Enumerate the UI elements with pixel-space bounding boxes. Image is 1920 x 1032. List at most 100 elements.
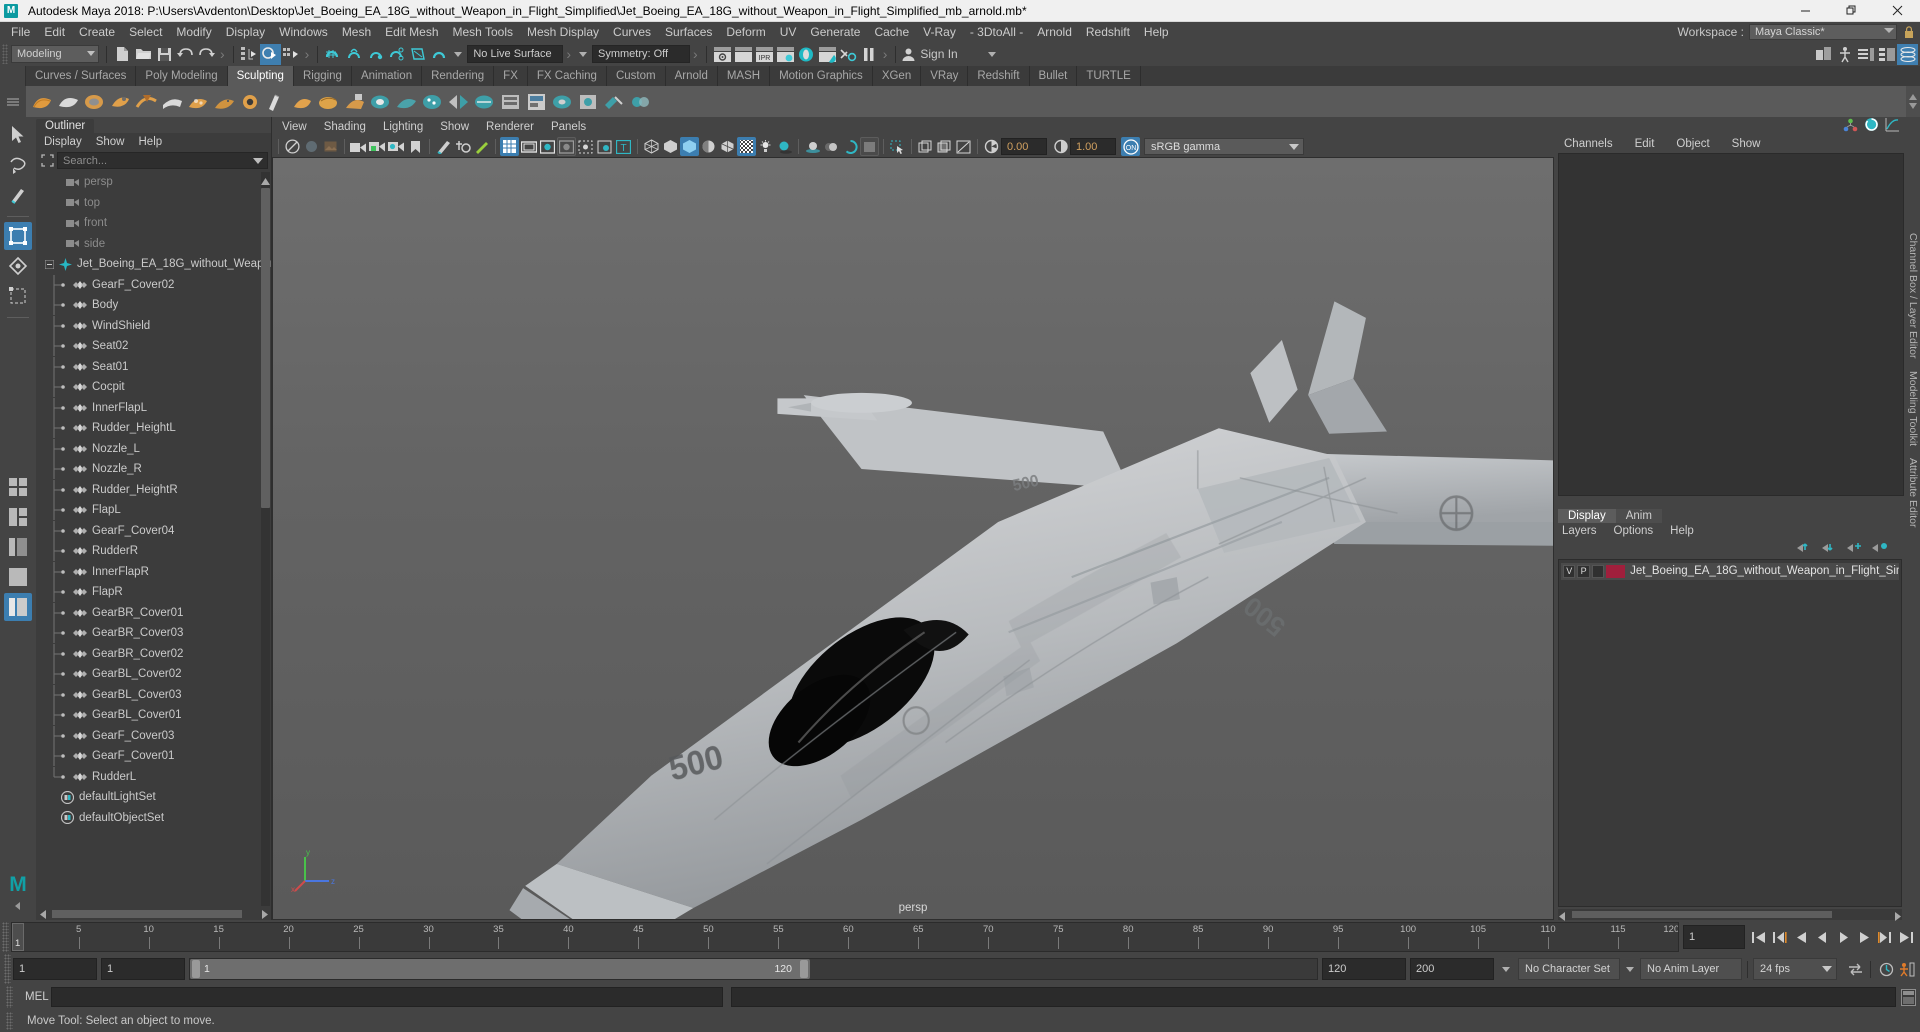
- menu-mesh[interactable]: Mesh: [335, 22, 378, 42]
- bake-tool-icon[interactable]: [472, 89, 497, 114]
- animation-preferences-icon[interactable]: [1896, 958, 1916, 980]
- undo-button[interactable]: [175, 44, 196, 65]
- group-collapse-handle[interactable]: ›: [220, 46, 225, 62]
- menu-arnold[interactable]: Arnold: [1030, 22, 1079, 42]
- outliner-tab[interactable]: Outliner: [36, 119, 95, 133]
- channelbox-menu-channels[interactable]: Channels: [1564, 138, 1613, 150]
- mirror-tool-icon[interactable]: [446, 89, 471, 114]
- select-by-component-type-button[interactable]: [281, 44, 302, 65]
- shelf-tab-vray[interactable]: VRay: [921, 66, 969, 86]
- select-camera-icon[interactable]: [283, 137, 302, 156]
- statusline-grip[interactable]: [2, 44, 8, 64]
- expand-collapse-icon[interactable]: [45, 259, 54, 270]
- menu-3dtoall[interactable]: - 3DtoAll -: [963, 22, 1030, 42]
- outliner-item[interactable]: Seat01: [36, 356, 271, 378]
- persp-layout-active-button[interactable]: [4, 593, 32, 621]
- shelf-tab-rendering[interactable]: Rendering: [422, 66, 495, 86]
- menu-cache[interactable]: Cache: [867, 22, 916, 42]
- outliner-item-root-group[interactable]: Jet_Boeing_EA_18G_without_Weapon_in_: [36, 254, 271, 275]
- layer-visibility-toggle[interactable]: V: [1563, 564, 1576, 578]
- snapshot-icon[interactable]: [453, 137, 472, 156]
- shade-options-icon[interactable]: [699, 137, 718, 156]
- freeze-tool-icon[interactable]: [394, 89, 419, 114]
- select-tool-button[interactable]: [4, 121, 32, 149]
- gamma-icon[interactable]: [1051, 137, 1070, 156]
- sculpt-layers-icon[interactable]: [498, 89, 523, 114]
- ipr-render-button[interactable]: IPR: [754, 44, 775, 65]
- character-set-dropdown[interactable]: No Character Set: [1518, 958, 1620, 980]
- 3d-viewport[interactable]: 500 500 500 y z x persp: [272, 157, 1554, 920]
- redo-button[interactable]: [196, 44, 217, 65]
- exposure-reset-icon[interactable]: [954, 137, 973, 156]
- chevron-down-icon[interactable]: [579, 51, 588, 57]
- command-line-grip[interactable]: [6, 986, 13, 1008]
- outliner-item[interactable]: RudderR: [36, 541, 271, 562]
- exposure-icon[interactable]: [982, 137, 1001, 156]
- lock-camera-icon[interactable]: [368, 137, 387, 156]
- menu-generate[interactable]: Generate: [803, 22, 867, 42]
- paint-map-icon[interactable]: [576, 89, 601, 114]
- motion-blur-icon[interactable]: [822, 137, 841, 156]
- shelf-tab-menu-button[interactable]: [0, 66, 26, 86]
- range-slider-handle-bar[interactable]: 1 120: [190, 959, 810, 979]
- outliner-item[interactable]: WindShield: [36, 315, 271, 337]
- fill-tool-icon[interactable]: [342, 89, 367, 114]
- layer-tab-display[interactable]: Display: [1558, 508, 1616, 523]
- grease-pencil-icon[interactable]: [434, 137, 453, 156]
- animation-start-time-field[interactable]: 1: [13, 958, 97, 980]
- auto-keyframe-toggle-icon[interactable]: [1876, 958, 1896, 980]
- multisample-aa-icon[interactable]: [841, 137, 860, 156]
- outliner-hscroll-thumb[interactable]: [52, 910, 242, 918]
- xray-joints-mode-icon[interactable]: [935, 137, 954, 156]
- menu-redshift[interactable]: Redshift: [1079, 22, 1137, 42]
- snap-to-grid-button[interactable]: [323, 44, 344, 65]
- xray-active-components-icon[interactable]: [595, 137, 614, 156]
- shelf-tab-arnold[interactable]: Arnold: [665, 66, 718, 86]
- shadows-icon[interactable]: [775, 137, 794, 156]
- create-empty-layer-icon[interactable]: [1847, 541, 1863, 557]
- smooth-shade-all-icon[interactable]: [661, 137, 680, 156]
- menuset-dropdown[interactable]: Modeling: [11, 45, 99, 63]
- menu-file[interactable]: File: [4, 22, 37, 42]
- viewport-menu-panels[interactable]: Panels: [551, 121, 586, 133]
- isolate-select-icon[interactable]: [888, 137, 907, 156]
- layer-color-swatch[interactable]: [1606, 564, 1626, 578]
- playback-speed-dropdown[interactable]: 24 fps: [1753, 958, 1837, 980]
- repeat-tool-icon[interactable]: [238, 89, 263, 114]
- maximize-restore-button[interactable]: [1828, 0, 1874, 22]
- minimize-button[interactable]: [1782, 0, 1828, 22]
- wireframe-shading-icon[interactable]: [642, 137, 661, 156]
- vertical-tab-modeling-toolkit[interactable]: Modeling Toolkit: [1907, 365, 1919, 452]
- outliner-item[interactable]: Rudder_HeightR: [36, 479, 271, 501]
- sign-in-control[interactable]: Sign In: [901, 47, 996, 62]
- script-language-label[interactable]: MEL: [15, 991, 51, 1003]
- show-hide-modeling-toolkit-icon[interactable]: [1813, 44, 1834, 65]
- outliner-item[interactable]: FlapR: [36, 582, 271, 603]
- smooth-shade-selected-icon[interactable]: [680, 137, 699, 156]
- create-layer-from-selection-icon[interactable]: [1872, 541, 1888, 557]
- script-editor-button[interactable]: [1899, 987, 1917, 1007]
- channel-box-content[interactable]: [1558, 153, 1904, 496]
- menu-mesh-tools[interactable]: Mesh Tools: [446, 22, 520, 42]
- xray-joints-icon[interactable]: [576, 137, 595, 156]
- wireframe-on-shaded-icon[interactable]: [718, 137, 737, 156]
- search-icon[interactable]: [40, 153, 55, 168]
- outliner-horizontal-scrollbar[interactable]: [36, 908, 271, 920]
- menu-curves[interactable]: Curves: [606, 22, 658, 42]
- panel-splitter[interactable]: [1554, 496, 1906, 506]
- use-all-lights-icon[interactable]: [756, 137, 775, 156]
- outliner-item-persp[interactable]: persp: [36, 172, 271, 193]
- move-tool-button[interactable]: [4, 222, 32, 250]
- shelf-tab-fx-caching[interactable]: FX Caching: [527, 66, 607, 86]
- animation-end-time-field[interactable]: 200: [1410, 958, 1494, 980]
- go-to-end-button[interactable]: [1896, 926, 1916, 948]
- group-collapse-handle[interactable]: ›: [883, 46, 888, 62]
- attribute-editor-icon[interactable]: [1864, 117, 1879, 135]
- outliner-item[interactable]: Nozzle_R: [36, 459, 271, 480]
- knife-tool-icon[interactable]: [368, 89, 393, 114]
- shelf-tab-xgen[interactable]: XGen: [872, 66, 922, 86]
- pause-render-button[interactable]: [859, 44, 880, 65]
- command-output-field[interactable]: [731, 987, 1896, 1007]
- outliner-tree[interactable]: persp top front side Jet_Boeing_EA_18G_w…: [36, 170, 271, 908]
- camera-settings-icon[interactable]: [387, 137, 406, 156]
